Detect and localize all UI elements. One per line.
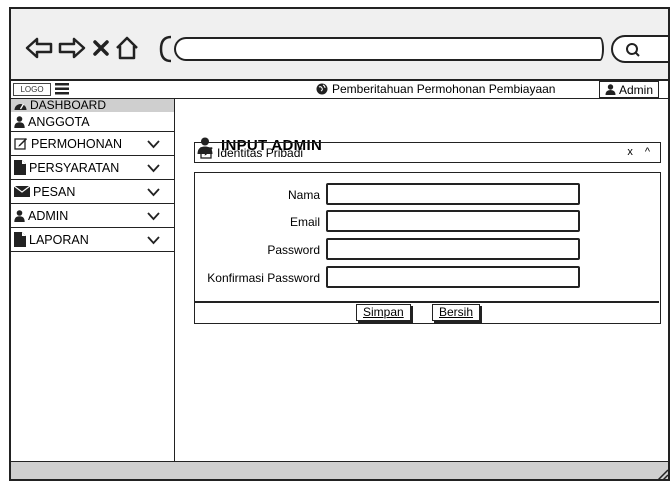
close-icon[interactable]	[93, 40, 109, 56]
save-button[interactable]: Simpan	[356, 304, 411, 321]
edit-icon	[14, 137, 28, 150]
sidebar-item-pesan[interactable]: PESAN	[11, 180, 174, 204]
app-header: LOGO Pemberitahuan Permohonan Pembiayaan…	[11, 81, 668, 99]
panel-body: Nama Email Password Konfirmasi Password …	[194, 172, 661, 324]
file-icon	[14, 160, 26, 175]
sidebar-item-persyaratan[interactable]: PERSYARATAN	[11, 156, 174, 180]
email-label: Email	[289, 215, 320, 229]
panel-collapse-button[interactable]: ^	[645, 146, 650, 158]
sidebar-item-anggota[interactable]: ANGGOTA	[11, 112, 174, 132]
sidebar-item-permohonan[interactable]: PERMOHONAN	[11, 132, 174, 156]
identity-panel: Identitas Pribadi x ^ Nama Email Passwor…	[194, 142, 661, 324]
sidebar-item-label: ANGGOTA	[28, 114, 90, 129]
sidebar-item-dashboard[interactable]: DASHBOARD	[11, 99, 174, 112]
chevron-down-icon[interactable]	[147, 138, 160, 152]
sidebar-item-label: PESAN	[33, 184, 76, 199]
sidebar-item-label: DASHBOARD	[30, 98, 107, 112]
notification-text: Pemberitahuan Permohonan Pembiayaan	[332, 82, 556, 96]
nama-label: Nama	[287, 188, 320, 202]
admin-menu-button[interactable]: Admin	[599, 81, 659, 98]
notification-link[interactable]: Pemberitahuan Permohonan Pembiayaan	[316, 82, 555, 96]
edit-icon	[200, 147, 213, 159]
sidebar: DASHBOARD ANGGOTA PERMOHONAN PERSYARATAN PE…	[11, 99, 175, 461]
panel-title: Identitas Pribadi	[217, 145, 304, 160]
logo: LOGO	[13, 83, 51, 96]
button-row-divider	[195, 301, 659, 303]
home-icon[interactable]	[115, 36, 139, 60]
konfirmasi-password-field[interactable]	[326, 266, 580, 288]
panel-close-button[interactable]: x	[627, 146, 633, 158]
resize-grip-icon[interactable]	[654, 466, 668, 480]
password-label: Password	[267, 243, 320, 257]
user-icon	[14, 115, 25, 128]
url-bar[interactable]	[174, 37, 604, 61]
envelope-icon	[14, 186, 30, 197]
dashboard-icon	[14, 103, 27, 110]
sidebar-item-laporan[interactable]: LAPORAN	[11, 228, 174, 252]
sidebar-item-admin[interactable]: ADMIN	[11, 204, 174, 228]
hamburger-menu-icon[interactable]	[55, 83, 69, 95]
chevron-down-icon[interactable]	[147, 186, 160, 200]
sidebar-item-label: ADMIN	[28, 208, 69, 223]
globe-icon	[316, 83, 328, 95]
forward-arrow-icon[interactable]	[58, 37, 86, 59]
url-bar-left-cap	[159, 35, 172, 63]
back-arrow-icon[interactable]	[25, 37, 53, 59]
browser-search-box[interactable]	[611, 35, 668, 63]
browser-toolbar	[11, 9, 668, 81]
user-icon	[14, 209, 25, 222]
sidebar-item-label: LAPORAN	[29, 232, 89, 247]
sidebar-item-label: PERSYARATAN	[29, 160, 120, 175]
password-field[interactable]	[326, 238, 580, 260]
search-icon	[626, 43, 640, 57]
email-field[interactable]	[326, 210, 580, 232]
chevron-down-icon[interactable]	[147, 210, 160, 224]
status-bar	[11, 461, 668, 480]
konfirmasi-password-label: Konfirmasi Password	[207, 271, 320, 285]
chevron-down-icon[interactable]	[147, 162, 160, 176]
file-icon	[14, 232, 26, 247]
nama-field[interactable]	[326, 183, 580, 205]
sidebar-item-label: PERMOHONAN	[31, 136, 122, 151]
chevron-down-icon[interactable]	[147, 234, 160, 248]
clear-button[interactable]: Bersih	[432, 304, 481, 321]
admin-label: Admin	[618, 82, 653, 97]
panel-header: Identitas Pribadi x ^	[194, 142, 661, 163]
browser-window: LOGO Pemberitahuan Permohonan Pembiayaan…	[9, 7, 670, 481]
user-icon	[605, 84, 616, 95]
